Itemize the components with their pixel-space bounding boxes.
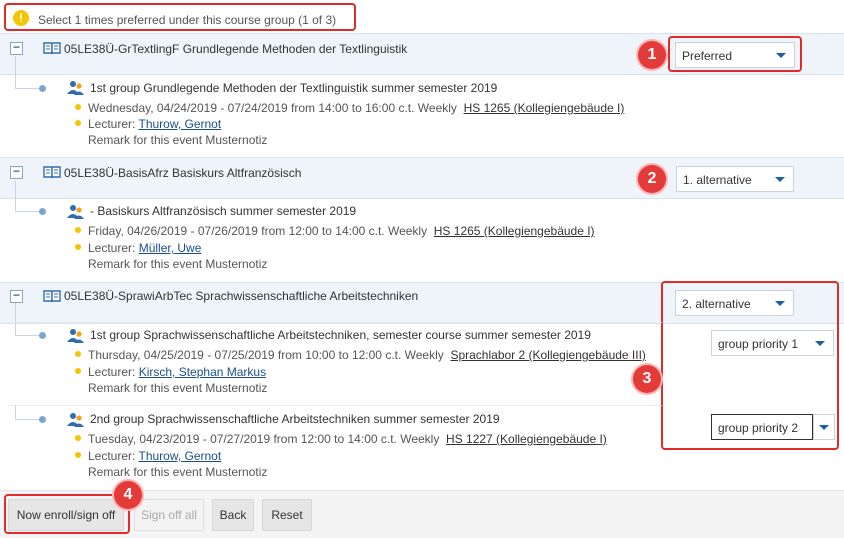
select-value: 2. alternative (682, 297, 751, 311)
schedule-bullet (75, 351, 81, 357)
tree-node-dot (39, 416, 46, 423)
lecturer-link[interactable]: Thurow, Gernot (138, 449, 221, 463)
course-priority-select[interactable]: 1. alternative (676, 166, 794, 192)
lecturer-label: Lecturer: (88, 241, 136, 255)
course-priority-select[interactable]: 2. alternative (675, 290, 794, 316)
select-value: group priority 2 (718, 421, 799, 435)
room-link[interactable]: HS 1227 (Kollegiengebäude I) (446, 432, 607, 446)
tree-line (15, 88, 40, 89)
tree-line (15, 56, 16, 88)
step-marker-4: 4 (114, 481, 142, 509)
schedule-bullet (75, 104, 81, 110)
notice-banner: ! Select 1 times preferred under this co… (4, 3, 356, 31)
lecturer-link[interactable]: Thurow, Gernot (138, 117, 221, 131)
group-schedule: Wednesday, 04/24/2019 - 07/24/2019 from … (88, 101, 624, 115)
tree-node-dot (39, 332, 46, 339)
divider (8, 322, 662, 323)
chevron-down-icon (819, 425, 829, 430)
chevron-down-icon (775, 177, 785, 182)
group-title: 1st group Grundlegende Methoden der Text… (90, 81, 498, 95)
lecturer-label: Lecturer: (88, 117, 136, 131)
room-link[interactable]: Sprachlabor 2 (Kollegiengebäude III) (450, 348, 645, 362)
chevron-down-icon (775, 301, 785, 306)
group-lecturer: Lecturer: Kirsch, Stephan Markus (88, 365, 266, 379)
group-users-icon (67, 413, 84, 427)
group-lecturer: Lecturer: Thurow, Gernot (88, 117, 221, 131)
tree-line (15, 211, 40, 212)
schedule-bullet (75, 435, 81, 441)
group-priority-select[interactable]: group priority 1 (711, 330, 834, 356)
group-remark: Remark for this event Musternotiz (88, 133, 268, 147)
notice-text: Select 1 times preferred under this cour… (38, 13, 337, 27)
group-users-icon (67, 81, 84, 95)
enroll-button[interactable]: Now enroll/sign off (8, 499, 124, 531)
group-lecturer: Lecturer: Thurow, Gernot (88, 449, 221, 463)
group-users-icon (67, 329, 84, 343)
select-value: group priority 1 (718, 337, 799, 351)
chevron-down-icon (776, 53, 786, 58)
step-marker-1: 1 (638, 41, 666, 69)
group-lecturer: Lecturer: Müller, Uwe (88, 241, 201, 255)
lecturer-bullet (75, 452, 81, 458)
info-icon: ! (13, 10, 29, 26)
step-marker-2: 2 (638, 165, 666, 193)
schedule-bullet (75, 227, 81, 233)
group-remark: Remark for this event Musternotiz (88, 465, 268, 479)
tree-line (15, 180, 16, 211)
lecturer-bullet (75, 120, 81, 126)
tree-line (15, 335, 40, 336)
lecturer-bullet (75, 368, 81, 374)
group-users-icon (67, 205, 84, 219)
sign-off-all-button[interactable]: Sign off all (134, 499, 204, 531)
back-button[interactable]: Back (212, 499, 254, 531)
course-priority-select[interactable]: Preferred (675, 42, 795, 68)
step-marker-3: 3 (633, 365, 661, 393)
lecturer-bullet (75, 244, 81, 250)
book-icon (43, 290, 61, 303)
tree-line (15, 405, 16, 419)
dropdown-toggle[interactable] (813, 414, 835, 440)
divider (8, 405, 662, 406)
chevron-down-icon (815, 341, 825, 346)
group-schedule: Friday, 04/26/2019 - 07/26/2019 from 12:… (88, 224, 595, 238)
course-title: 05LE38Ü-GrTextlingF Grundlegende Methode… (64, 42, 408, 56)
group-remark: Remark for this event Musternotiz (88, 257, 268, 271)
schedule-text: Thursday, 04/25/2019 - 07/25/2019 from 1… (88, 348, 444, 362)
group-schedule: Tuesday, 04/23/2019 - 07/27/2019 from 12… (88, 432, 607, 446)
group-remark: Remark for this event Musternotiz (88, 381, 268, 395)
group-title: 2nd group Sprachwissenschaftliche Arbeit… (90, 412, 500, 426)
group-title: 1st group Sprachwissenschaftliche Arbeit… (90, 328, 591, 342)
course-title: 05LE38Ü-BasisAfrz Basiskurs Altfranzösis… (64, 166, 302, 180)
select-value: Preferred (682, 49, 733, 63)
reset-button[interactable]: Reset (262, 499, 312, 531)
lecturer-link[interactable]: Kirsch, Stephan Markus (139, 365, 266, 379)
collapse-toggle[interactable]: − (10, 165, 23, 179)
lecturer-label: Lecturer: (88, 449, 136, 463)
tree-node-dot (39, 85, 46, 92)
schedule-text: Friday, 04/26/2019 - 07/26/2019 from 12:… (88, 224, 428, 238)
book-icon (43, 166, 61, 179)
group-schedule: Thursday, 04/25/2019 - 07/25/2019 from 1… (88, 348, 646, 362)
book-icon (43, 42, 61, 55)
room-link[interactable]: HS 1265 (Kollegiengebäude I) (464, 101, 625, 115)
select-value: 1. alternative (683, 173, 752, 187)
group-priority-select-editing[interactable]: group priority 2 (711, 414, 813, 440)
tree-line (15, 303, 16, 335)
collapse-toggle[interactable]: − (10, 289, 23, 303)
lecturer-link[interactable]: Müller, Uwe (139, 241, 202, 255)
tree-node-dot (39, 208, 46, 215)
room-link[interactable]: HS 1265 (Kollegiengebäude I) (434, 224, 595, 238)
group-title: - Basiskurs Altfranzösisch summer semest… (90, 204, 357, 218)
tree-line (15, 419, 40, 420)
schedule-text: Tuesday, 04/23/2019 - 07/27/2019 from 12… (88, 432, 440, 446)
schedule-text: Wednesday, 04/24/2019 - 07/24/2019 from … (88, 101, 457, 115)
lecturer-label: Lecturer: (88, 365, 136, 379)
collapse-toggle[interactable]: − (10, 41, 23, 55)
course-title: 05LE38Ü-SprawiArbTec Sprachwissenschaftl… (64, 289, 419, 303)
